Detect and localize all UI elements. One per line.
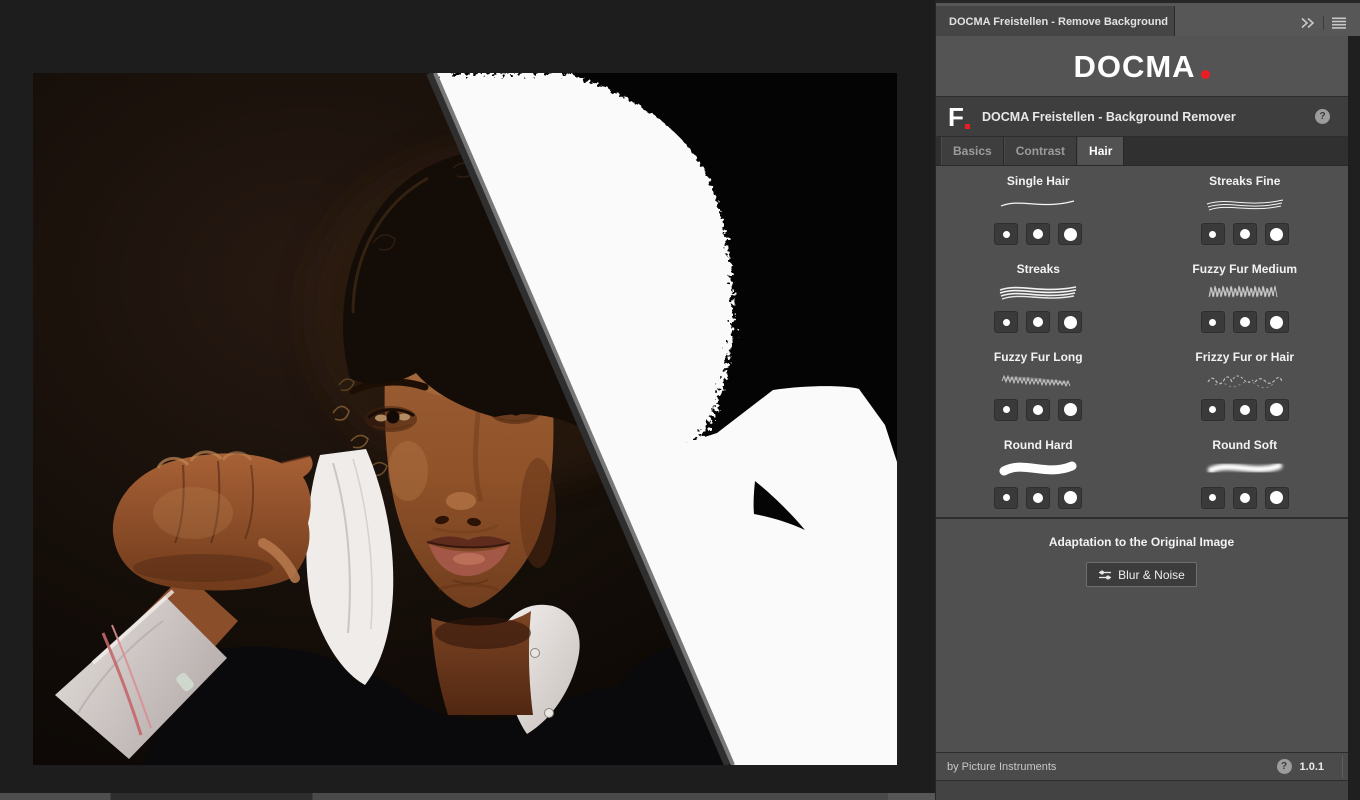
- panel-left-border: [935, 0, 936, 800]
- brush-size-large-button[interactable]: [1264, 486, 1289, 509]
- tab-contrast[interactable]: Contrast: [1003, 137, 1078, 165]
- sliders-icon: [1099, 570, 1112, 579]
- brush-preview-streaks-icon: [999, 286, 1077, 300]
- header-separator: [1323, 15, 1324, 30]
- plugin-title: DOCMA Freistellen - Background Remover: [982, 109, 1236, 124]
- adaptation-heading: Adaptation to the Original Image: [1048, 535, 1235, 549]
- docma-logo-text: DOCMA: [1073, 48, 1196, 84]
- panel-menu-icon[interactable]: [1332, 17, 1346, 29]
- brush-size-small-button[interactable]: [994, 311, 1019, 334]
- blur-noise-button[interactable]: Blur & Noise: [1086, 562, 1197, 587]
- brush-size-medium-button[interactable]: [1026, 398, 1051, 421]
- blur-noise-button-label: Blur & Noise: [1118, 567, 1185, 582]
- brush-size-medium-button[interactable]: [1026, 486, 1051, 509]
- brush-size-large-button[interactable]: [1264, 311, 1289, 334]
- brush-size-medium-button[interactable]: [1232, 223, 1257, 246]
- app-window: DOCMA Freistellen - Remove Background DO…: [0, 0, 1360, 800]
- brush-group-fuzzy-fur-medium: Fuzzy Fur Medium: [1142, 254, 1349, 342]
- freistellen-f-icon: F: [948, 104, 972, 130]
- brush-size-small-button[interactable]: [1200, 311, 1225, 334]
- plugin-title-row: F DOCMA Freistellen - Background Remover…: [935, 96, 1348, 137]
- brush-label: Fuzzy Fur Medium: [1192, 262, 1298, 277]
- brush-size-medium-button[interactable]: [1232, 486, 1257, 509]
- brush-group-streaks: Streaks: [935, 254, 1142, 342]
- brush-size-small-button[interactable]: [994, 223, 1019, 246]
- brush-preview-round-soft-icon: [1207, 462, 1282, 473]
- brush-preview-single-hair-icon: [1001, 200, 1075, 207]
- brush-preview-fuzzy-fur-medium-icon: [1208, 286, 1278, 298]
- brush-size-small-button[interactable]: [1200, 223, 1225, 246]
- brush-label: Round Hard: [1003, 437, 1073, 452]
- credit-text: by Picture Instruments: [947, 760, 1057, 773]
- brush-label: Round Soft: [1212, 437, 1278, 452]
- tab-strip: Basics Contrast Hair: [935, 137, 1348, 166]
- brush-label: Streaks Fine: [1209, 174, 1281, 189]
- brush-preview-frizzy-fur-or-hair-icon: [1207, 375, 1283, 389]
- brush-size-large-button[interactable]: [1058, 223, 1083, 246]
- document-canvas[interactable]: [0, 0, 935, 800]
- brush-size-large-button[interactable]: [1264, 398, 1289, 421]
- panel-footer: by Picture Instruments ? 1.0.1: [935, 752, 1348, 781]
- brush-preview-fuzzy-fur-long-icon: [1001, 374, 1071, 388]
- collapse-panel-icon[interactable]: [1300, 16, 1315, 30]
- brush-group-streaks-fine: Streaks Fine: [1142, 166, 1349, 254]
- brush-group-single-hair: Single Hair: [935, 166, 1142, 254]
- plugin-panel: DOCMA Freistellen - Remove Background DO…: [935, 0, 1360, 800]
- brush-preview-streaks-fine-icon: [1206, 199, 1283, 211]
- brush-size-small-button[interactable]: [994, 486, 1019, 509]
- brush-size-small-button[interactable]: [1200, 398, 1225, 421]
- docma-logo: DOCMA: [1073, 48, 1210, 84]
- brush-size-medium-button[interactable]: [1232, 311, 1257, 334]
- panel-tab-title: DOCMA Freistellen - Remove Background: [949, 16, 1169, 28]
- panel-bottom-strip: [935, 781, 1348, 800]
- brush-size-small-button[interactable]: [994, 398, 1019, 421]
- before-after-split-preview: [33, 73, 897, 765]
- logo-area: DOCMA: [935, 36, 1348, 96]
- docma-logo-red-dot-icon: [1200, 69, 1210, 79]
- brush-size-medium-button[interactable]: [1026, 223, 1051, 246]
- brush-size-medium-button[interactable]: [1026, 311, 1051, 334]
- help-icon[interactable]: ?: [1315, 109, 1330, 124]
- brush-size-medium-button[interactable]: [1232, 398, 1257, 421]
- horizontal-scrollbar[interactable]: [0, 793, 935, 800]
- brush-size-large-button[interactable]: [1058, 311, 1083, 334]
- tab-hair[interactable]: Hair: [1077, 137, 1125, 165]
- brush-preview-round-hard-icon: [999, 461, 1077, 476]
- brush-group-frizzy-fur-or-hair: Frizzy Fur or Hair: [1142, 342, 1349, 430]
- document-canvas-image[interactable]: [33, 73, 897, 765]
- brush-group-round-soft: Round Soft: [1142, 429, 1349, 517]
- tab-basics[interactable]: Basics: [941, 137, 1004, 165]
- brush-size-large-button[interactable]: [1058, 398, 1083, 421]
- panel-right-edge: [1348, 36, 1360, 800]
- brush-label: Fuzzy Fur Long: [993, 349, 1083, 364]
- brush-label: Streaks: [1016, 262, 1060, 277]
- panel-tab[interactable]: DOCMA Freistellen - Remove Background: [935, 6, 1175, 39]
- hair-brush-grid: Single Hair Streaks Fine Streaks Fuzzy F…: [935, 166, 1348, 517]
- footer-divider: [1342, 756, 1343, 778]
- brush-size-large-button[interactable]: [1058, 486, 1083, 509]
- adaptation-section: Adaptation to the Original Image Blur & …: [935, 517, 1348, 752]
- panel-header-bar: DOCMA Freistellen - Remove Background: [935, 0, 1360, 39]
- brush-label: Single Hair: [1006, 174, 1070, 189]
- footer-help-icon[interactable]: ?: [1276, 759, 1292, 774]
- brush-size-large-button[interactable]: [1264, 223, 1289, 246]
- version-label: 1.0.1: [1299, 760, 1324, 773]
- brush-group-fuzzy-fur-long: Fuzzy Fur Long: [935, 342, 1142, 430]
- brush-size-small-button[interactable]: [1200, 486, 1225, 509]
- f-icon-red-dot: [965, 123, 970, 129]
- brush-label: Frizzy Fur or Hair: [1195, 349, 1295, 364]
- brush-group-round-hard: Round Hard: [935, 429, 1142, 517]
